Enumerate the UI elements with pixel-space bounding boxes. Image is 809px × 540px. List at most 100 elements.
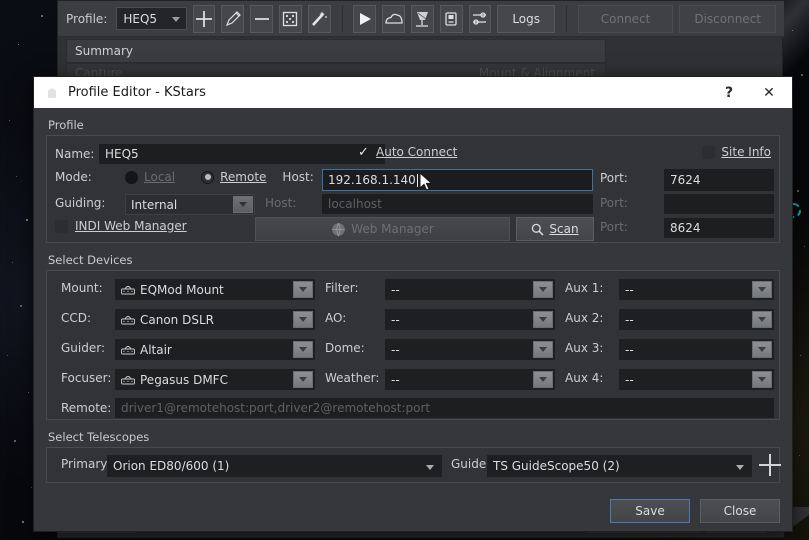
mode-local-radio[interactable] [125, 171, 138, 184]
indi-web-manager-label: INDI Web Manager [75, 219, 187, 233]
guiding-host-input[interactable]: localhost [322, 194, 593, 214]
ekoslive-button[interactable] [411, 5, 434, 33]
filter-label: Filter: [325, 281, 359, 295]
add-profile-button[interactable] [193, 5, 216, 33]
star [801, 74, 803, 76]
mount-value: EQMod Mount [140, 283, 224, 297]
summary-tab[interactable]: Summary [66, 39, 606, 63]
mount-combobox[interactable]: EQMod Mount [115, 279, 315, 300]
star [9, 120, 10, 121]
logs-button[interactable]: Logs [497, 5, 555, 33]
profile-group-title: Profile [46, 118, 780, 132]
start-ekos-button[interactable] [353, 5, 376, 33]
guider-combobox[interactable]: Altair [115, 339, 315, 360]
disconnect-button[interactable]: Disconnect [679, 5, 776, 33]
weather-value: -- [391, 373, 400, 387]
star [41, 15, 43, 17]
star [792, 30, 793, 31]
chevron-down-icon [730, 459, 750, 476]
delete-profile-button[interactable] [250, 5, 273, 33]
filter-combobox[interactable]: -- [385, 279, 555, 300]
weather-combobox[interactable]: -- [385, 369, 555, 390]
host-input[interactable]: 192.168.1.140 [322, 169, 593, 191]
connect-button[interactable]: Connect [578, 5, 674, 33]
focuser-value: Pegasus DMFC [140, 373, 228, 387]
aux3-combobox[interactable]: -- [619, 339, 774, 360]
web-manager-label: Web Manager [351, 222, 434, 236]
ao-combobox[interactable]: -- [385, 309, 555, 330]
globe-icon [331, 222, 346, 237]
guiding-combobox[interactable]: Internal [125, 194, 255, 215]
scan-button[interactable]: Scan [516, 217, 594, 241]
star [12, 262, 13, 263]
mode-local-label: Local [144, 170, 175, 184]
star [31, 487, 32, 488]
aux4-label: Aux 4: [565, 371, 603, 385]
web-manager-button[interactable]: Web Manager [255, 217, 510, 241]
guiding-port-input[interactable] [664, 194, 774, 214]
help-button[interactable]: ? [712, 77, 746, 108]
ekos-options-button[interactable] [469, 5, 492, 33]
chevron-down-icon [752, 341, 772, 358]
dialog-titlebar[interactable]: Profile Editor - KStars ? ✕ [34, 77, 792, 108]
summary-tab-label: Summary [75, 44, 133, 58]
chevron-down-icon [420, 459, 440, 476]
mode-remote-radio[interactable] [201, 171, 214, 184]
chevron-down-icon [172, 17, 180, 22]
dialog-button-box: Save Close [610, 499, 780, 523]
aux3-label: Aux 3: [565, 341, 603, 355]
dome-combobox[interactable]: -- [385, 339, 555, 360]
dome-label: Dome: [325, 341, 365, 355]
play-icon [356, 10, 374, 28]
ekoslive-icon [413, 10, 431, 28]
aux1-combobox[interactable]: -- [619, 279, 774, 300]
add-telescope-button[interactable] [759, 454, 781, 476]
chevron-down-icon [533, 371, 553, 388]
indi-web-manager-checkbox[interactable]: INDI Web Manager [55, 219, 187, 233]
ao-value: -- [391, 313, 400, 327]
pencil-icon [224, 10, 242, 28]
aux4-combobox[interactable]: -- [619, 369, 774, 390]
mouse-cursor [419, 172, 433, 192]
profile-name-input[interactable]: HEQ5 [99, 144, 385, 164]
toolbar-separator [342, 6, 343, 32]
name-label: Name: [55, 147, 99, 161]
logs-label: Logs [512, 12, 540, 26]
port-input[interactable]: 7624 [664, 169, 774, 191]
profile-wizard-button[interactable] [308, 5, 331, 33]
close-label: Close [724, 504, 757, 518]
profile-combobox[interactable]: HEQ5 [116, 7, 186, 30]
weather-label: Weather: [325, 371, 379, 385]
web-manager-port-input[interactable]: 8624 [664, 218, 774, 238]
guide-scope-combobox[interactable]: TS GuideScope50 (2) [487, 455, 752, 477]
star [18, 44, 19, 45]
ccd-combobox[interactable]: Canon DSLR [115, 309, 315, 330]
aux2-label: Aux 2: [565, 311, 603, 325]
select-telescopes-group: Select Telescopes Primary: Orion ED80/60… [46, 430, 780, 483]
edit-profile-button[interactable] [221, 5, 244, 33]
host-value: 192.168.1.140 [328, 173, 416, 187]
custom-drivers-button[interactable] [279, 5, 302, 33]
star [26, 219, 28, 221]
star [20, 305, 22, 307]
remote-drivers-input[interactable]: driver1@remotehost:port,driver2@remoteho… [115, 398, 774, 418]
usb-devices-button[interactable] [440, 5, 463, 33]
close-button[interactable]: Close [700, 499, 780, 523]
mode-remote-label: Remote [220, 170, 266, 184]
auto-connect-checkbox[interactable]: ✓ Auto Connect [357, 145, 457, 159]
ekos-cloud-button[interactable] [382, 5, 405, 33]
focuser-combobox[interactable]: Pegasus DMFC [115, 369, 315, 390]
save-button[interactable]: Save [610, 499, 690, 523]
ao-label: AO: [325, 311, 346, 325]
chevron-down-icon [293, 341, 313, 358]
site-info-checkbox[interactable]: Site Info [702, 145, 771, 159]
profile-group-box: Name: HEQ5 ✓ Auto Connect Site Info [46, 135, 780, 243]
primary-scope-combobox[interactable]: Orion ED80/600 (1) [107, 455, 442, 477]
ccd-value: Canon DSLR [140, 313, 214, 327]
select-devices-title: Select Devices [46, 253, 780, 267]
star [799, 455, 800, 456]
remote-drivers-placeholder: driver1@remotehost:port,driver2@remoteho… [121, 401, 430, 415]
chevron-down-icon [752, 281, 772, 298]
close-icon[interactable]: ✕ [752, 77, 786, 108]
aux2-combobox[interactable]: -- [619, 309, 774, 330]
